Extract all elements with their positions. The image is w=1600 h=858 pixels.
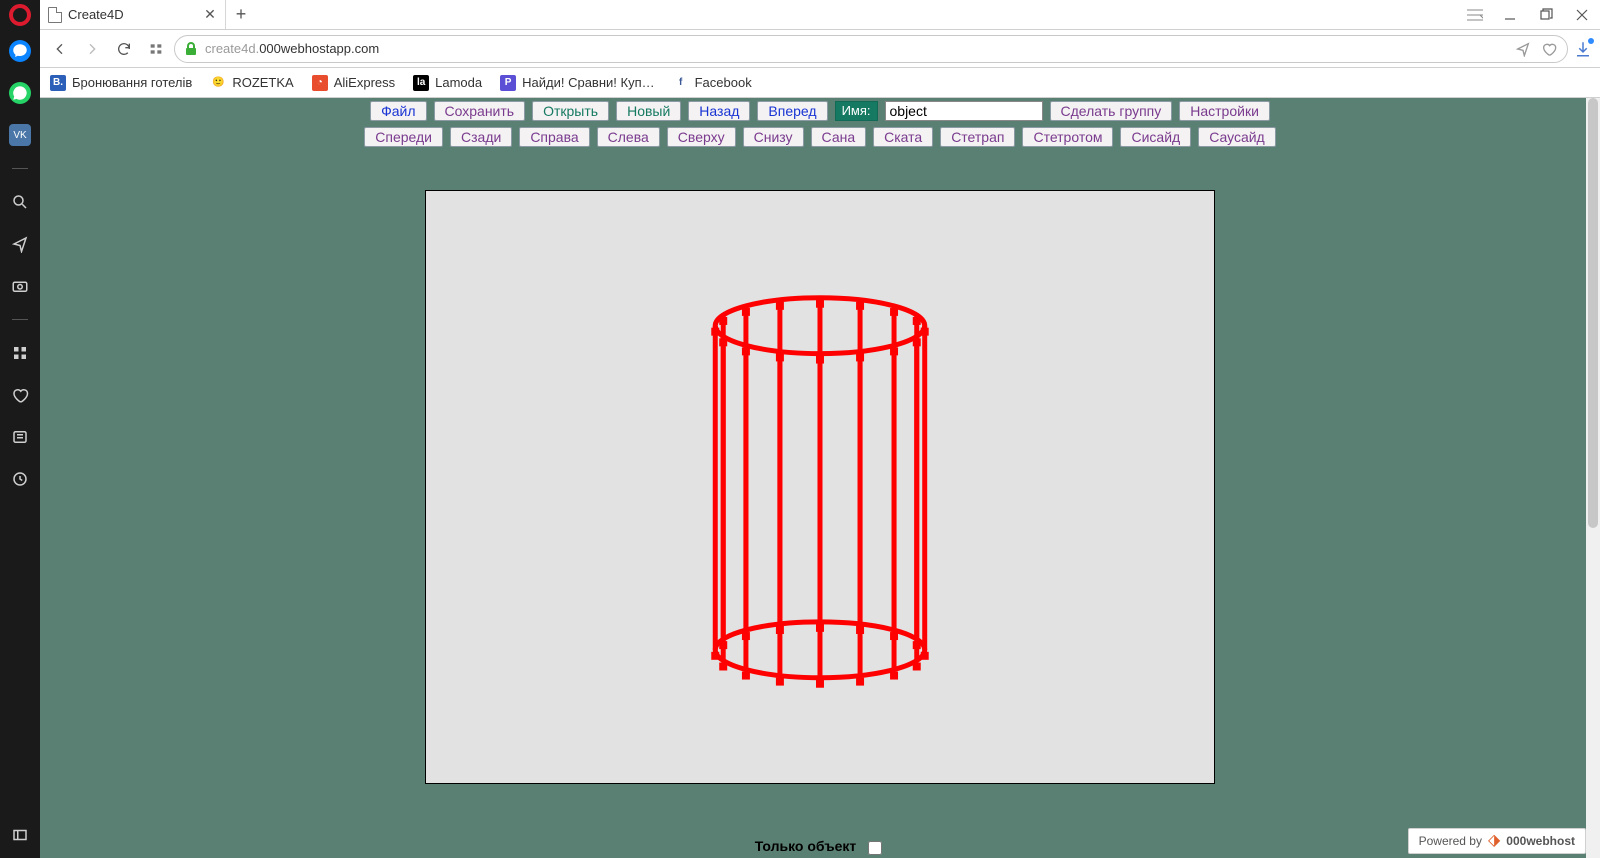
view-button[interactable]: Сзади	[450, 127, 512, 147]
toolbar-button[interactable]: Новый	[616, 101, 681, 121]
bookmark-label: Найди! Сравни! Куп…	[522, 75, 654, 90]
view-button[interactable]: Стетрап	[940, 127, 1015, 147]
url-text: create4d.000webhostapp.com	[205, 41, 379, 56]
forward-button[interactable]	[78, 35, 106, 63]
scrollbar-thumb[interactable]	[1588, 98, 1598, 528]
bookmark-favicon: 🙂	[210, 75, 226, 91]
lock-icon	[185, 42, 197, 56]
bookmark-favicon: B.	[50, 75, 66, 91]
canvas[interactable]	[425, 190, 1215, 784]
messenger-icon[interactable]	[9, 40, 31, 62]
toolbar-button[interactable]: Настройки	[1179, 101, 1270, 121]
view-button[interactable]: Стетротом	[1022, 127, 1113, 147]
view-button[interactable]: Саусайд	[1198, 127, 1276, 147]
close-window-button[interactable]	[1564, 0, 1600, 29]
opera-logo-icon	[9, 4, 31, 26]
toolbar-row-2: Спереди Сзади Справа Слева Сверху Снизу Сана Ск…	[364, 124, 1275, 150]
bookmark-favicon: f	[673, 75, 689, 91]
flame-icon: ⬗	[1488, 833, 1500, 849]
reload-button[interactable]	[110, 35, 138, 63]
wireframe-cylinder	[426, 191, 1214, 783]
sidebar-divider	[12, 168, 28, 169]
view-button[interactable]: Сверху	[667, 127, 736, 147]
toolbar-button[interactable]: Вперед	[757, 101, 827, 121]
sidebar-toggle-icon[interactable]	[9, 824, 31, 846]
close-tab-icon[interactable]: ✕	[203, 8, 217, 22]
toolbar-button[interactable]: Сохранить	[434, 101, 526, 121]
new-tab-button[interactable]: +	[226, 0, 256, 29]
view-button[interactable]: Снизу	[743, 127, 804, 147]
view-button[interactable]: Сана	[811, 127, 867, 147]
camera-icon[interactable]	[9, 275, 31, 297]
bookmark-favicon: ◔	[312, 75, 328, 91]
bookmark-label: AliExpress	[334, 75, 395, 90]
bookmark-item[interactable]: la Lamoda	[413, 75, 482, 91]
name-input[interactable]	[885, 101, 1043, 121]
heart-icon[interactable]	[9, 384, 31, 406]
send-page-icon[interactable]	[1515, 41, 1531, 57]
vk-icon[interactable]: VK	[9, 124, 31, 146]
only-object-row: Только объект	[425, 838, 1215, 858]
speeddial-button[interactable]	[142, 35, 170, 63]
bookmark-item[interactable]: f Facebook	[673, 75, 752, 91]
back-button[interactable]	[46, 35, 74, 63]
only-object-checkbox[interactable]	[868, 841, 882, 855]
bookmark-item[interactable]: ◔ AliExpress	[312, 75, 395, 91]
send-icon[interactable]	[9, 233, 31, 255]
bookmark-item[interactable]: 🙂 ROZETKA	[210, 75, 293, 91]
bookmark-item[interactable]: P Найди! Сравни! Куп…	[500, 75, 654, 91]
bookmark-heart-icon[interactable]	[1541, 41, 1557, 57]
apps-icon[interactable]	[9, 342, 31, 364]
search-icon[interactable]	[9, 191, 31, 213]
view-button[interactable]: Слева	[597, 127, 660, 147]
powered-by-name: 000webhost	[1506, 834, 1575, 848]
toolbar-button[interactable]: Сделать группу	[1050, 101, 1173, 121]
window-titlebar: Create4D ✕ +	[40, 0, 1600, 30]
toolbar-button[interactable]: Открыть	[532, 101, 609, 121]
toolbar-button[interactable]: Файл	[370, 101, 426, 121]
download-indicator-dot	[1588, 38, 1594, 44]
news-icon[interactable]	[9, 426, 31, 448]
opera-menu-button[interactable]	[0, 0, 40, 30]
bookmark-item[interactable]: B. Бронювання готелів	[50, 75, 192, 91]
view-button[interactable]: Спереди	[364, 127, 443, 147]
downloads-button[interactable]	[1572, 38, 1594, 60]
bookmark-favicon: la	[413, 75, 429, 91]
page-content: Файл Сохранить Открыть Новый Назад Вперед Имя:…	[40, 98, 1600, 858]
bookmarks-bar: B. Бронювання готелів 🙂 ROZETKA ◔ AliExpress l…	[40, 68, 1600, 98]
toolbar-row-1: Файл Сохранить Открыть Новый Назад Вперед Имя:…	[370, 98, 1270, 124]
name-label: Имя:	[835, 101, 878, 121]
view-button[interactable]: Ската	[873, 127, 933, 147]
bookmark-label: ROZETKA	[232, 75, 293, 90]
only-object-label: Только объект	[755, 838, 857, 858]
view-button[interactable]: Справа	[519, 127, 589, 147]
history-icon[interactable]	[9, 468, 31, 490]
powered-by-badge[interactable]: Powered by ⬗ 000webhost	[1408, 828, 1586, 854]
sidebar-divider	[12, 319, 28, 320]
bookmark-label: Бронювання готелів	[72, 75, 192, 90]
app-toolbar: Файл Сохранить Открыть Новый Назад Вперед Имя:…	[40, 98, 1600, 150]
bookmark-favicon: P	[500, 75, 516, 91]
tab-title: Create4D	[68, 7, 203, 22]
easy-setup-icon[interactable]	[1458, 0, 1492, 29]
whatsapp-icon[interactable]	[9, 82, 31, 104]
vertical-scrollbar[interactable]	[1586, 98, 1600, 858]
address-actions	[1515, 41, 1557, 57]
bookmark-label: Lamoda	[435, 75, 482, 90]
maximize-button[interactable]	[1528, 0, 1564, 29]
bookmark-label: Facebook	[695, 75, 752, 90]
view-button[interactable]: Сисайд	[1120, 127, 1191, 147]
browser-tab[interactable]: Create4D ✕	[40, 0, 226, 29]
minimize-button[interactable]	[1492, 0, 1528, 29]
address-bar[interactable]: create4d.000webhostapp.com	[174, 35, 1568, 63]
powered-by-prefix: Powered by	[1419, 834, 1482, 848]
toolbar-button[interactable]: Назад	[688, 101, 750, 121]
address-bar-row: create4d.000webhostapp.com	[40, 30, 1600, 68]
document-icon	[48, 7, 62, 23]
opera-sidebar: VK	[0, 0, 40, 858]
